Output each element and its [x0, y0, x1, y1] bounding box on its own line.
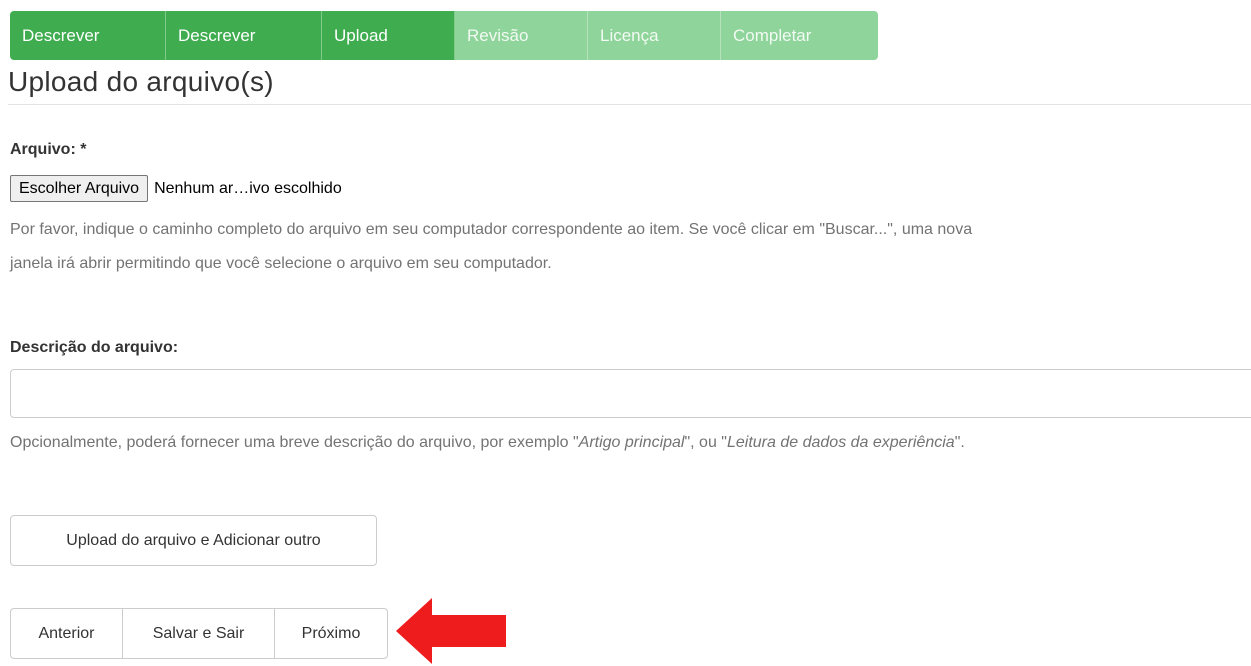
description-help-text: Opcionalmente, poderá fornecer uma breve…: [10, 429, 965, 457]
description-input[interactable]: [10, 369, 1251, 418]
description-help-example-2: Leitura de dados da experiência: [726, 434, 955, 451]
step-license: Licença: [588, 11, 721, 60]
previous-button[interactable]: Anterior: [10, 608, 122, 659]
file-status-text: Nenhum ar…ivo escolhido: [154, 179, 342, 197]
description-help-middle: ", ou ": [684, 434, 727, 451]
navigation-button-group: Anterior Salvar e Sair Próximo: [10, 608, 388, 659]
description-help-example-1: Artigo principal: [578, 434, 685, 451]
step-describe-2[interactable]: Descrever: [166, 11, 322, 60]
title-divider: [8, 104, 1251, 105]
step-review: Revisão: [455, 11, 588, 60]
choose-file-button[interactable]: Escolher Arquivo: [10, 175, 149, 202]
red-arrow-left-icon: [396, 598, 506, 664]
description-field-label: Descrição do arquivo:: [10, 339, 179, 356]
save-and-exit-button[interactable]: Salvar e Sair: [122, 608, 274, 659]
file-field-label: Arquivo: *: [10, 141, 87, 158]
description-help-prefix: Opcionalmente, poderá fornecer uma breve…: [10, 434, 579, 451]
file-help-line-1: Por favor, indique o caminho completo do…: [10, 221, 973, 238]
upload-and-add-another-button[interactable]: Upload do arquivo e Adicionar outro: [10, 515, 377, 566]
next-button[interactable]: Próximo: [274, 608, 388, 659]
file-input: Escolher Arquivo Nenhum ar…ivo escolhido: [10, 175, 342, 202]
step-complete: Completar: [721, 11, 878, 60]
page-title: Upload do arquivo(s): [8, 66, 274, 97]
step-describe-1[interactable]: Descrever: [10, 11, 166, 60]
step-upload[interactable]: Upload: [322, 11, 455, 60]
file-help-line-2: janela irá abrir permitindo que você sel…: [10, 255, 552, 272]
description-help-suffix: ".: [954, 434, 965, 451]
submission-progress-bar: Descrever Descrever Upload Revisão Licen…: [10, 11, 878, 60]
